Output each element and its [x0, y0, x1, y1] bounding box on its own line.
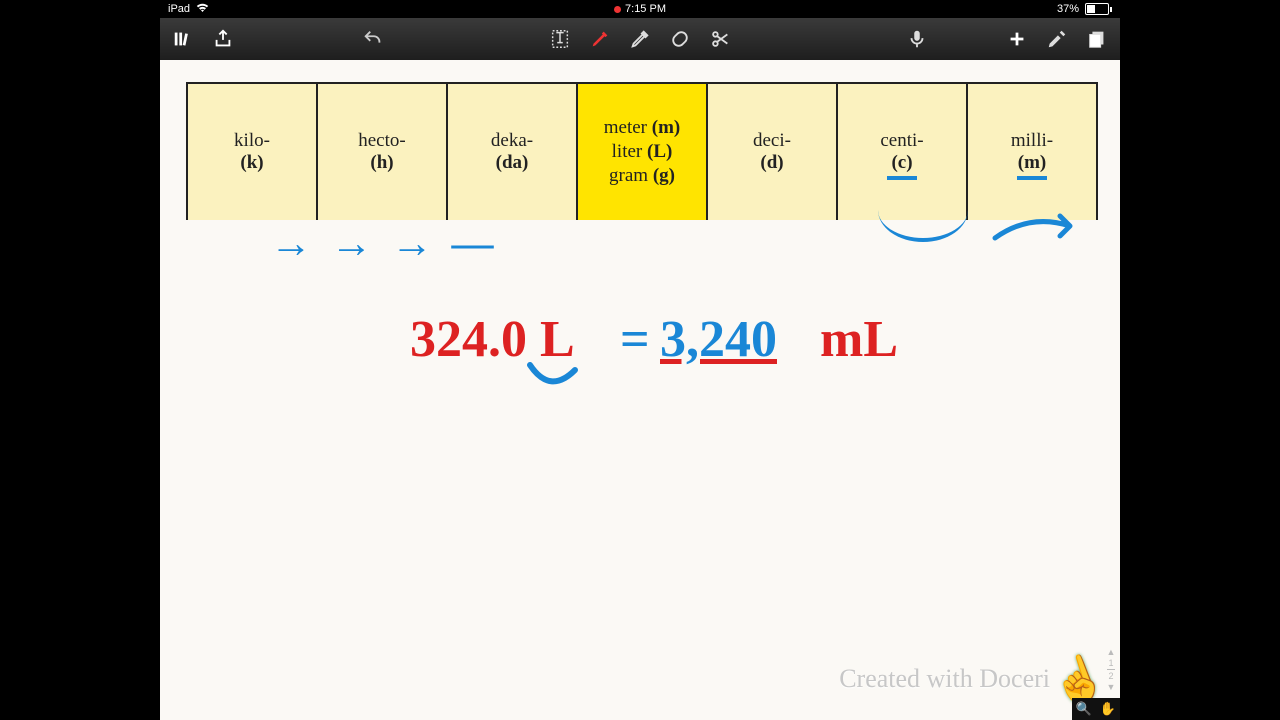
mic-icon[interactable]: [904, 26, 930, 52]
prefix-label: deci-: [753, 130, 791, 152]
table-cell-deka: deka- (da): [448, 84, 578, 220]
metric-prefix-table: kilo- (k) hecto- (h) deka- (da) meter (m…: [186, 82, 1098, 220]
eraser-tool-icon[interactable]: [667, 26, 693, 52]
text-tool-icon[interactable]: [547, 26, 573, 52]
prefix-label: centi-: [880, 130, 923, 152]
corner-controls[interactable]: 🔍 ✋: [1072, 698, 1120, 720]
annotation-curve: [878, 210, 968, 242]
wifi-icon: [196, 3, 209, 16]
prefix-label: hecto-: [358, 130, 405, 152]
pan-icon[interactable]: ✋: [1100, 701, 1116, 717]
prefix-label: milli-: [1011, 130, 1053, 152]
whiteboard-canvas[interactable]: kilo- (k) hecto- (h) deka- (da) meter (m…: [160, 60, 1120, 720]
clock: 7:15 PM: [625, 3, 666, 15]
prefix-abbr: (h): [370, 152, 393, 174]
handwriting-rhs-num: 3,240: [660, 310, 777, 369]
annotation-arrows: → → → —: [270, 220, 498, 268]
handwriting-rhs-unit: mL: [820, 310, 898, 369]
prefix-abbr: (m): [1018, 152, 1046, 174]
table-cell-base: meter (m) liter (L) gram (g): [578, 84, 708, 220]
battery-icon: [1085, 3, 1112, 15]
prefix-abbr: (c): [891, 152, 912, 174]
table-cell-milli: milli- (m): [968, 84, 1096, 220]
zoom-icon[interactable]: 🔍: [1076, 701, 1092, 717]
app-toolbar: [160, 18, 1120, 60]
prefix-label: kilo-: [234, 130, 270, 152]
prefix-abbr: (k): [240, 152, 263, 174]
handwriting-eq: =: [620, 310, 650, 369]
pages-icon[interactable]: [1084, 26, 1110, 52]
annotation-swoop: [990, 208, 1100, 248]
watermark: Created with Doceri: [839, 664, 1050, 694]
status-bar: iPad 7:15 PM 37%: [160, 0, 1120, 18]
table-cell-centi: centi- (c): [838, 84, 968, 220]
prefix-label: deka-: [491, 130, 533, 152]
table-cell-hecto: hecto- (h): [318, 84, 448, 220]
ipad-screen: iPad 7:15 PM 37%: [160, 0, 1120, 720]
prefix-abbr: (d): [760, 152, 783, 174]
scroll-indicator: ▲ 1 2 ▼: [1104, 647, 1118, 692]
battery-pct: 37%: [1057, 3, 1079, 15]
table-cell-deci: deci- (d): [708, 84, 838, 220]
annotation-squiggle: [520, 360, 590, 400]
settings-icon[interactable]: [1044, 26, 1070, 52]
prefix-abbr: (da): [496, 152, 529, 174]
highlighter-tool-icon[interactable]: [627, 26, 653, 52]
library-icon[interactable]: [170, 26, 196, 52]
scissors-tool-icon[interactable]: [707, 26, 733, 52]
device-label: iPad: [168, 3, 190, 15]
add-icon[interactable]: [1004, 26, 1030, 52]
undo-icon[interactable]: [360, 26, 386, 52]
share-icon[interactable]: [210, 26, 236, 52]
pen-tool-icon[interactable]: [587, 26, 613, 52]
recording-icon: [614, 6, 621, 13]
table-cell-kilo: kilo- (k): [188, 84, 318, 220]
